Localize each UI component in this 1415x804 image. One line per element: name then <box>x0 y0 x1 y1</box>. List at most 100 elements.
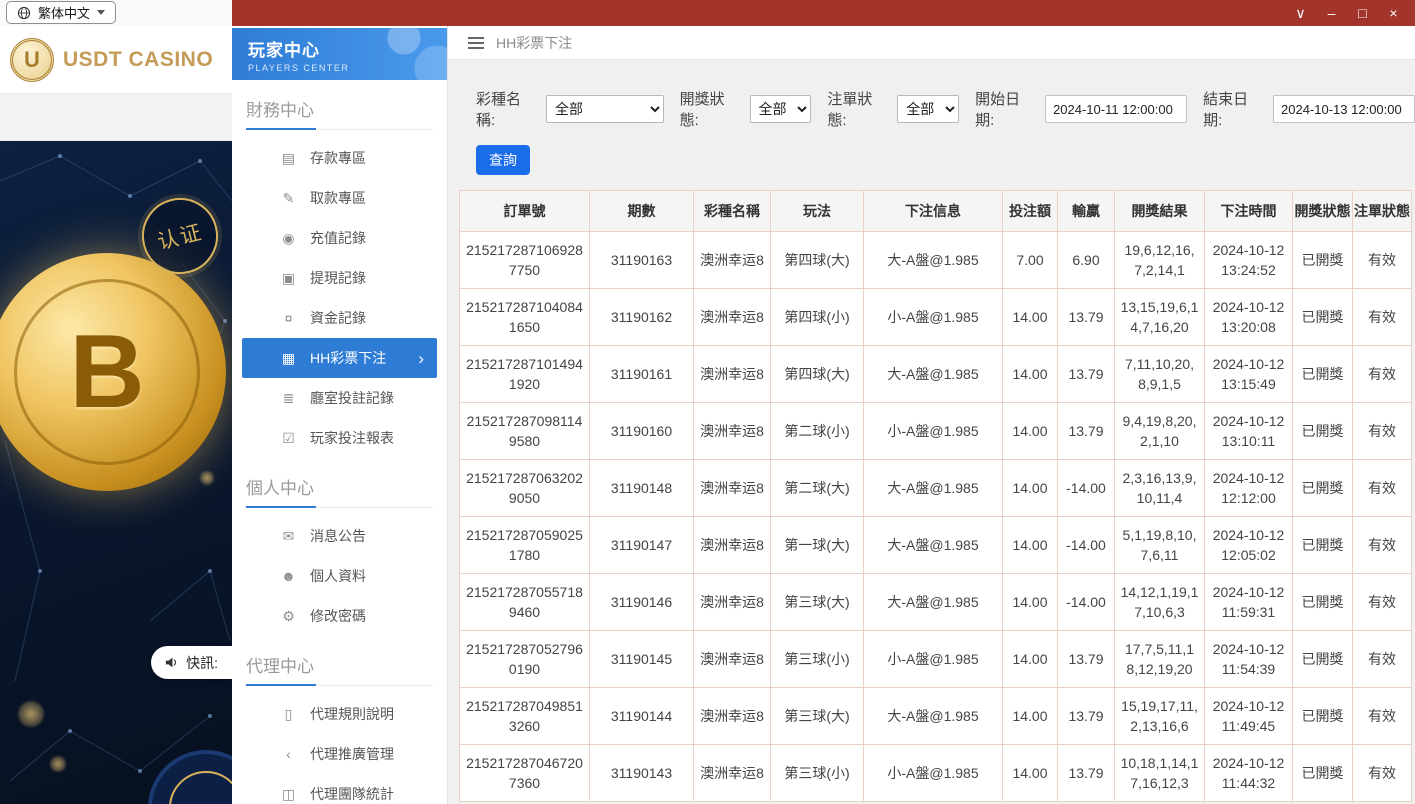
table-row[interactable]: 215217287106928775031190163澳洲幸运8第四球(大)大-… <box>460 232 1412 289</box>
table-cell: 2024-10-12 12:12:00 <box>1205 460 1293 517</box>
table-row[interactable]: 215217287098114958031190160澳洲幸运8第二球(小)小-… <box>460 403 1412 460</box>
chevron-right-icon: › <box>418 350 424 367</box>
table-cell: 14.00 <box>1003 346 1058 403</box>
close-icon[interactable]: × <box>1378 0 1409 26</box>
table-cell: 大-A盤@1.985 <box>864 688 1003 745</box>
column-header: 期數 <box>590 191 694 232</box>
news-ticker[interactable]: 快訊: <box>151 646 232 679</box>
language-label: 繁体中文 <box>38 3 90 22</box>
sidebar-header: 玩家中心 PLAYERS CENTER <box>232 28 447 80</box>
gold-bokeh-dot <box>200 471 214 485</box>
table-cell: 小-A盤@1.985 <box>864 631 1003 688</box>
menu-icon[interactable] <box>468 42 484 44</box>
sidebar-item-withdraw[interactable]: ✎取款專區 <box>242 178 437 218</box>
sidebar-item-funds-record[interactable]: ¤資金記錄 <box>242 298 437 338</box>
column-header: 下注信息 <box>864 191 1003 232</box>
table-cell: 小-A盤@1.985 <box>864 745 1003 802</box>
table-cell: 2024-10-12 12:05:02 <box>1205 517 1293 574</box>
table-cell: 14.00 <box>1003 745 1058 802</box>
language-selector[interactable]: 繁体中文 <box>6 1 116 24</box>
table-cell: 已開獎 <box>1293 460 1353 517</box>
table-cell: -14.00 <box>1058 574 1115 631</box>
table-cell: 大-A盤@1.985 <box>864 346 1003 403</box>
sidebar-section-title: 財務中心 <box>246 96 433 130</box>
start-date-input[interactable] <box>1045 95 1187 123</box>
table-row[interactable]: 215217287101494192031190161澳洲幸运8第四球(大)大-… <box>460 346 1412 403</box>
table-cell: 2024-10-12 13:10:11 <box>1205 403 1293 460</box>
table-cell: 7,11,10,20,8,9,1,5 <box>1115 346 1205 403</box>
bell-icon: ✉ <box>280 528 297 545</box>
sidebar-item-lottery-bet[interactable]: ▦HH彩票下注› <box>242 338 437 378</box>
sidebar-item-room-bet-record[interactable]: ≣廳室投註記錄 <box>242 378 437 418</box>
table-cell: 有效 <box>1353 460 1412 517</box>
sidebar-section-title: 代理中心 <box>246 652 433 686</box>
table-cell: 2152172870981149580 <box>460 403 590 460</box>
sidebar-item-withdrawal-record[interactable]: ▣提現記錄 <box>242 258 437 298</box>
sidebar-item-label: HH彩票下注 <box>310 348 386 368</box>
sidebar-title: 玩家中心 <box>248 36 447 61</box>
lottery-name-label: 彩種名稱: <box>476 88 540 130</box>
sidebar-item-stats[interactable]: ◫代理團隊統計 <box>242 774 437 804</box>
table-cell: 14.00 <box>1003 574 1058 631</box>
sidebar-item-user[interactable]: ☻個人資料 <box>242 556 437 596</box>
table-row[interactable]: 215217287046720736031190143澳洲幸运8第三球(小)小-… <box>460 745 1412 802</box>
chevron-down-icon[interactable]: ∨ <box>1285 0 1316 26</box>
table-row[interactable]: 215217287055718946031190146澳洲幸运8第三球(大)大-… <box>460 574 1412 631</box>
draw-status-label: 開獎狀態: <box>680 88 744 130</box>
sidebar-item-share[interactable]: ‹代理推廣管理 <box>242 734 437 774</box>
table-cell: 14,12,1,19,17,10,6,3 <box>1115 574 1205 631</box>
logo-card: U USDT CASINO <box>0 26 232 94</box>
sidebar-item-gear[interactable]: ⚙修改密碼 <box>242 596 437 636</box>
draw-status-select[interactable]: 全部 <box>750 95 812 123</box>
column-header: 開獎狀態 <box>1293 191 1353 232</box>
table-row[interactable]: 215217287049851326031190144澳洲幸运8第三球(大)大-… <box>460 688 1412 745</box>
end-date-input[interactable] <box>1273 95 1415 123</box>
table-cell: 已開獎 <box>1293 403 1353 460</box>
table-cell: 13.79 <box>1058 289 1115 346</box>
table-row[interactable]: 215217287104084165031190162澳洲幸运8第四球(小)小-… <box>460 289 1412 346</box>
table-cell: 2024-10-12 11:49:45 <box>1205 688 1293 745</box>
share-icon: ‹ <box>280 746 297 762</box>
column-header: 投注額 <box>1003 191 1058 232</box>
table-row[interactable]: 215217287059025178031190147澳洲幸运8第一球(大)大-… <box>460 517 1412 574</box>
table-cell: 澳洲幸运8 <box>694 688 771 745</box>
table-cell: 14.00 <box>1003 631 1058 688</box>
table-cell: 第一球(大) <box>771 517 864 574</box>
table-row[interactable]: 215217287063202905031190148澳洲幸运8第二球(大)大-… <box>460 460 1412 517</box>
table-cell: 2152172870632029050 <box>460 460 590 517</box>
lottery-name-select[interactable]: 全部 <box>546 95 664 123</box>
table-cell: 2024-10-12 11:44:32 <box>1205 745 1293 802</box>
sidebar-item-player-report[interactable]: ☑玩家投注報表 <box>242 418 437 458</box>
table-cell: 13,15,19,6,14,7,16,20 <box>1115 289 1205 346</box>
table-cell: 13.79 <box>1058 346 1115 403</box>
sidebar-item-document[interactable]: ▯代理規則說明 <box>242 694 437 734</box>
order-status-select[interactable]: 全部 <box>897 95 959 123</box>
sidebar-item-deposit[interactable]: ▤存款專區 <box>242 138 437 178</box>
table-cell: 2024-10-12 11:59:31 <box>1205 574 1293 631</box>
left-spacer <box>0 94 232 140</box>
search-button[interactable]: 查詢 <box>476 145 530 175</box>
maximize-icon[interactable]: □ <box>1347 0 1378 26</box>
table-cell: 小-A盤@1.985 <box>864 403 1003 460</box>
deposit-icon: ▤ <box>280 150 297 167</box>
sidebar-item-bell[interactable]: ✉消息公告 <box>242 516 437 556</box>
table-cell: 有效 <box>1353 745 1412 802</box>
column-header: 下注時間 <box>1205 191 1293 232</box>
table-cell: 14.00 <box>1003 289 1058 346</box>
user-icon: ☻ <box>280 568 297 584</box>
table-row[interactable]: 215217287052796019031190145澳洲幸运8第三球(小)小-… <box>460 631 1412 688</box>
table-cell: 2024-10-12 13:15:49 <box>1205 346 1293 403</box>
table-cell: 已開獎 <box>1293 574 1353 631</box>
minimize-icon[interactable]: – <box>1316 0 1347 26</box>
content-toolbar: HH彩票下注 <box>448 26 1415 60</box>
titlebar-left: 繁体中文 <box>0 0 232 26</box>
table-cell: 13.79 <box>1058 631 1115 688</box>
table-cell: 19,6,12,16,7,2,14,1 <box>1115 232 1205 289</box>
sidebar-item-recharge-record[interactable]: ◉充值記錄 <box>242 218 437 258</box>
sidebar-item-label: 充值記錄 <box>310 228 366 248</box>
table-cell: 31190147 <box>590 517 694 574</box>
bets-table-container: 訂單號期數彩種名稱玩法下注信息投注額輸贏開獎結果下注時間開獎狀態注單狀態 215… <box>459 190 1411 802</box>
table-cell: 13.79 <box>1058 745 1115 802</box>
table-cell: 2024-10-12 13:24:52 <box>1205 232 1293 289</box>
table-cell: 2,3,16,13,9,10,11,4 <box>1115 460 1205 517</box>
